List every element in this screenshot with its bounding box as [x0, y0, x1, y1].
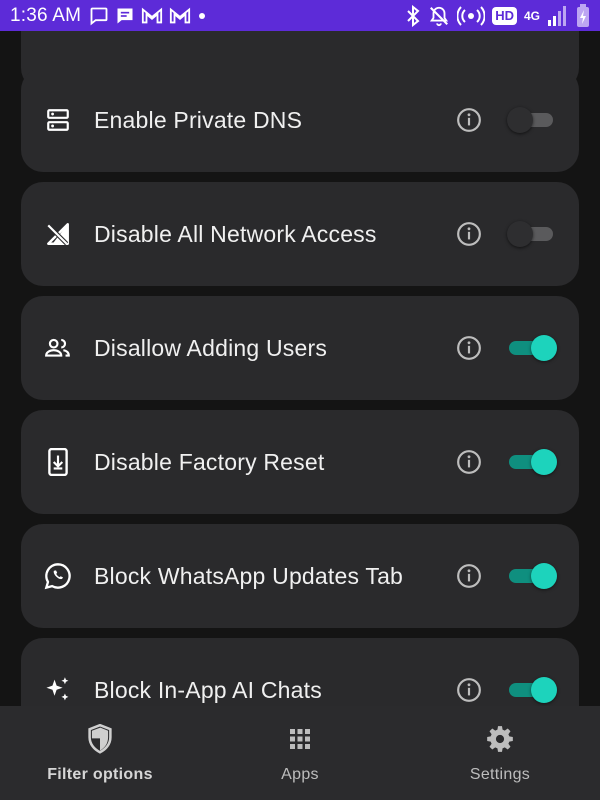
gmail-icon: [170, 7, 191, 23]
status-bar: 1:36 AM HD 4G: [0, 0, 600, 31]
signal-off-icon: [43, 219, 73, 249]
nav-label: Settings: [469, 766, 531, 783]
setting-card-network-access[interactable]: Disable All Network Access: [21, 182, 579, 286]
bluetooth-icon: [407, 4, 420, 27]
sparkles-icon: [43, 675, 73, 705]
dns-icon: [43, 105, 73, 135]
toggle-switch[interactable]: [507, 334, 557, 362]
setting-label: Disallow Adding Users: [94, 334, 328, 361]
status-bar-left: 1:36 AM: [10, 4, 206, 27]
status-bar-right: HD 4G: [405, 3, 590, 28]
toggle-switch[interactable]: [507, 220, 555, 248]
setting-card-ai-chats[interactable]: Block In-App AI Chats: [21, 638, 579, 706]
shield-icon: [86, 722, 114, 756]
toggle-switch[interactable]: [507, 106, 555, 134]
nav-filter-options[interactable]: Filter options: [0, 722, 200, 784]
grid-icon: [288, 722, 312, 756]
setting-card-private-dns[interactable]: Enable Private DNS: [21, 68, 579, 172]
network-type: 4G: [523, 8, 540, 23]
setting-card-adding-users[interactable]: Disallow Adding Users: [21, 296, 579, 400]
info-icon[interactable]: [455, 334, 483, 362]
bottom-navigation: Filter options Apps Settings: [0, 706, 600, 800]
setting-label: Block In-App AI Chats: [94, 676, 322, 703]
notifications-off-icon: [430, 6, 449, 26]
nav-label: Filter options: [47, 766, 153, 783]
nav-label: Apps: [281, 766, 319, 783]
hd-badge: HD: [492, 6, 517, 25]
info-icon[interactable]: [455, 562, 483, 590]
status-time: 1:36 AM: [10, 4, 82, 26]
chat-icon: [117, 8, 133, 23]
info-icon[interactable]: [455, 220, 483, 248]
nav-settings[interactable]: Settings: [400, 722, 600, 784]
info-icon[interactable]: [455, 676, 483, 704]
phone-download-icon: [43, 447, 73, 477]
whatsapp-icon: [43, 561, 73, 591]
filter-options-list[interactable]: Enable Private DNS Disable All Network A…: [0, 31, 600, 706]
info-icon[interactable]: [455, 448, 483, 476]
info-icon[interactable]: [455, 106, 483, 134]
gmail-icon: [142, 7, 163, 23]
more-notifications-dot: [199, 12, 206, 19]
message-icon: [90, 7, 108, 25]
nav-apps[interactable]: Apps: [200, 722, 400, 784]
notification-icons: [89, 6, 206, 26]
setting-label: Disable All Network Access: [94, 220, 377, 247]
hotspot-icon: [457, 5, 486, 26]
battery-charging-icon: [577, 3, 589, 27]
signal-icon: [548, 5, 566, 26]
people-icon: [43, 333, 73, 363]
toggle-switch[interactable]: [507, 448, 557, 476]
setting-label: Disable Factory Reset: [94, 448, 325, 475]
setting-card-factory-reset[interactable]: Disable Factory Reset: [21, 410, 579, 514]
toggle-switch[interactable]: [507, 562, 557, 590]
toggle-switch[interactable]: [507, 676, 557, 704]
gear-icon: [486, 722, 514, 756]
setting-label: Block WhatsApp Updates Tab: [94, 562, 404, 589]
setting-label: Enable Private DNS: [94, 106, 303, 133]
setting-card-whatsapp-updates[interactable]: Block WhatsApp Updates Tab: [21, 524, 579, 628]
